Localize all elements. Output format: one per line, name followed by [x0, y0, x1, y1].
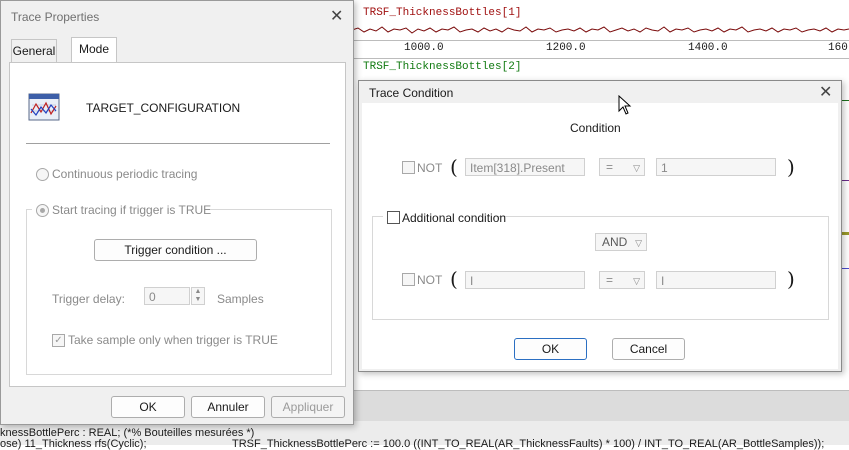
axis-tick-1200: 1200.0: [546, 42, 586, 54]
close-paren-2: ): [787, 267, 795, 291]
not-checkbox-1[interactable]: [402, 161, 415, 174]
chevron-down-icon: ▽: [633, 276, 640, 286]
samples-label: Samples: [217, 292, 264, 306]
not-label-2: NOT: [417, 273, 443, 287]
take-sample-label: Take sample only when trigger is TRUE: [68, 333, 278, 347]
code-line-3: TRSF_ThicknessBottlePerc := 100.0 ((INT_…: [232, 438, 825, 450]
radio-continuous-label: Continuous periodic tracing: [52, 167, 198, 181]
ok-button[interactable]: OK: [111, 396, 185, 418]
trace2-title: TRSF_ThicknessBottles[2]: [363, 61, 522, 73]
dialog-title: Trace Condition: [369, 86, 454, 100]
value-input-1[interactable]: 1: [656, 158, 776, 176]
dialog-title: Trace Properties: [11, 10, 100, 24]
item-input-2[interactable]: I: [465, 271, 585, 289]
operator-value-1: =: [606, 160, 614, 174]
trace1-title: TRSF_ThicknessBottles[1]: [363, 7, 522, 19]
ok-button[interactable]: OK: [514, 338, 587, 360]
spin-up-icon[interactable]: ▲: [192, 288, 204, 296]
trigger-condition-button[interactable]: Trigger condition ...: [94, 239, 257, 261]
tab-mode[interactable]: Mode: [71, 37, 117, 62]
radio-continuous[interactable]: [36, 168, 49, 181]
radio-trigger-label: Start tracing if trigger is TRUE: [52, 203, 212, 217]
code-line-2: ose) 11_Thickness rfs(Cyclic);: [0, 438, 147, 450]
radio-trigger[interactable]: [36, 204, 49, 217]
close-icon[interactable]: ✕: [819, 85, 832, 101]
open-paren-2: (: [450, 267, 458, 291]
trace-separator: [352, 58, 849, 59]
take-sample-checkbox[interactable]: ✓: [52, 334, 65, 347]
additional-condition-label: Additional condition: [402, 211, 507, 225]
operator-value-2: =: [606, 273, 614, 287]
value-input-2[interactable]: I: [656, 271, 776, 289]
chart-config-icon: [28, 93, 60, 121]
not-label-1: NOT: [417, 161, 443, 175]
additional-condition-checkbox[interactable]: [387, 211, 400, 224]
config-name: TARGET_CONFIGURATION: [86, 101, 241, 115]
chevron-down-icon: ▽: [633, 163, 640, 173]
spin-down-icon[interactable]: ▼: [192, 296, 204, 304]
mouse-cursor-icon: [618, 95, 632, 115]
axis-tick-1400: 1400.0: [688, 42, 728, 54]
operator-select-2[interactable]: = ▽: [599, 271, 645, 289]
trace-properties-dialog: Trace Properties ✕ General Mode TARGET_C…: [0, 0, 354, 425]
trigger-delay-input[interactable]: 0: [144, 287, 190, 305]
cancel-button[interactable]: Annuler: [191, 396, 265, 418]
additional-condition-groupbox: [372, 216, 829, 320]
close-icon[interactable]: ✕: [330, 9, 343, 25]
mode-tab-panel: TARGET_CONFIGURATION Continuous periodic…: [9, 62, 346, 387]
trace1-signal: [352, 20, 849, 40]
axis-tick-1000: 1000.0: [404, 42, 444, 54]
not-checkbox-2[interactable]: [402, 273, 415, 286]
trigger-delay-label: Trigger delay:: [52, 292, 125, 306]
close-paren-1: ): [787, 155, 795, 179]
trace-condition-dialog: Trace Condition ✕ Condition NOT ( Item[3…: [358, 80, 842, 372]
axis-tick-1600: 160: [828, 42, 848, 54]
condition-heading: Condition: [570, 121, 621, 135]
item-input-1[interactable]: Item[318].Present: [465, 158, 585, 176]
axis-line: [352, 40, 849, 41]
chevron-down-icon: ▽: [635, 238, 642, 248]
divider: [26, 143, 330, 144]
cancel-button[interactable]: Cancel: [612, 338, 685, 360]
logic-operator-value: AND: [602, 235, 628, 249]
open-paren-1: (: [450, 155, 458, 179]
logic-operator-select[interactable]: AND ▽: [595, 233, 647, 251]
trigger-delay-spinner[interactable]: ▲ ▼: [191, 287, 205, 305]
apply-button[interactable]: Appliquer: [271, 396, 345, 418]
tab-general[interactable]: General: [11, 39, 57, 62]
operator-select-1[interactable]: = ▽: [599, 158, 645, 176]
